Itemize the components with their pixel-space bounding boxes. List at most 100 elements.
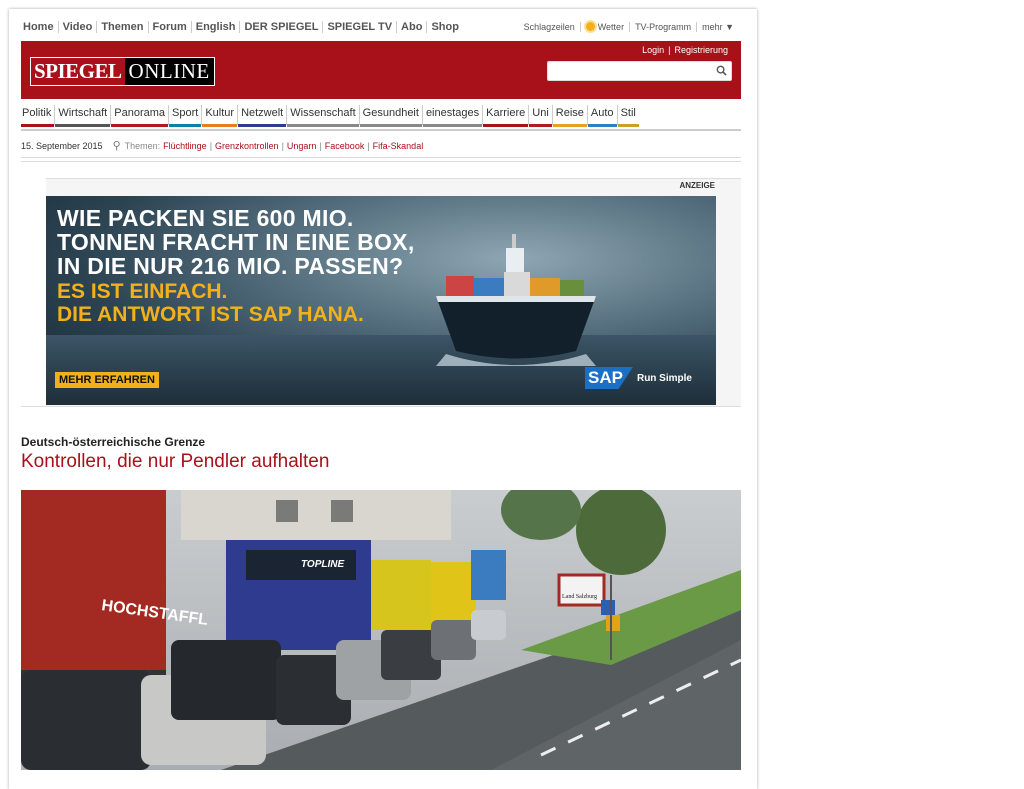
section-karriere[interactable]: Karriere xyxy=(482,105,529,127)
section-color-bar xyxy=(359,124,422,127)
section-panorama[interactable]: Panorama xyxy=(110,105,169,127)
topic-link[interactable]: Grenzkontrollen xyxy=(215,141,279,151)
topnav-shop[interactable]: Shop xyxy=(426,21,463,33)
section-reise[interactable]: Reise xyxy=(551,105,587,127)
article-kicker[interactable]: Deutsch-österreichische Grenze xyxy=(21,435,205,449)
divider xyxy=(21,157,741,158)
section-color-bar xyxy=(21,124,55,127)
sap-advertisement[interactable]: WIE PACKEN SIE 600 MIO. TONNEN FRACHT IN… xyxy=(46,196,716,405)
section-color-bar xyxy=(617,124,639,127)
container-ship-image xyxy=(436,234,596,366)
advertisement-container: ANZEIGE WIE PACKEN SIE 600 MIO. TONNEN F… xyxy=(46,178,741,407)
section-netzwelt[interactable]: Netzwelt xyxy=(237,105,287,127)
section-color-bar xyxy=(169,124,202,127)
section-color-bar xyxy=(287,124,359,127)
auth-links: Login | Registrierung xyxy=(640,45,730,55)
topnav-forum[interactable]: Forum xyxy=(147,21,191,33)
section-label: Wirtschaft xyxy=(58,107,108,119)
topnav-themen[interactable]: Themen xyxy=(96,21,147,33)
section-label: Politik xyxy=(22,107,52,119)
wetter-link[interactable]: Wetter xyxy=(579,22,629,32)
section-kultur[interactable]: Kultur xyxy=(201,105,238,127)
login-link[interactable]: Login xyxy=(642,45,664,55)
section-label: Panorama xyxy=(114,107,166,119)
current-date: 15. September 2015 xyxy=(21,140,103,151)
section-label: Netzwelt xyxy=(241,107,284,119)
section-stil[interactable]: Stil xyxy=(616,105,639,127)
topic-link[interactable]: Facebook xyxy=(325,141,365,151)
section-label: Kultur xyxy=(205,107,235,119)
section-label: Karriere xyxy=(486,107,526,119)
section-wissenschaft[interactable]: Wissenschaft xyxy=(286,105,359,127)
topnav-spiegel-tv[interactable]: SPIEGEL TV xyxy=(322,21,396,33)
topnav-english[interactable]: English xyxy=(190,21,240,33)
header-banner: SPIEGEL ONLINE Login | Registrierung xyxy=(21,41,741,99)
ad-subline: ES IST EINFACH. DIE ANTWORT IST SAP HANA… xyxy=(57,280,364,326)
search-input[interactable] xyxy=(548,63,714,82)
page-container: Home Video Themen Forum English DER SPIE… xyxy=(9,9,757,789)
topnav-abo[interactable]: Abo xyxy=(396,21,426,33)
wetter-label: Wetter xyxy=(597,22,625,32)
section-sport[interactable]: Sport xyxy=(168,105,202,127)
search-box xyxy=(547,61,732,82)
ad-headline: WIE PACKEN SIE 600 MIO. TONNEN FRACHT IN… xyxy=(57,205,415,279)
tag-icon: ⚲ xyxy=(112,140,121,152)
section-label: Auto xyxy=(590,107,614,119)
section-color-bar xyxy=(111,124,169,127)
topnav-video[interactable]: Video xyxy=(57,21,97,33)
topnav-der-spiegel[interactable]: DER SPIEGEL xyxy=(239,21,322,33)
divider xyxy=(21,406,741,407)
section-color-bar xyxy=(202,124,238,127)
section-wirtschaft[interactable]: Wirtschaft xyxy=(54,105,111,127)
section-color-bar xyxy=(238,124,287,127)
top-navigation: Home Video Themen Forum English DER SPIE… xyxy=(23,21,463,33)
section-politik[interactable]: Politik xyxy=(21,105,55,127)
service-links: Schlagzeilen Wetter TV-Programm mehr ▼ xyxy=(519,22,739,32)
section-label: einestages xyxy=(425,107,480,119)
divider xyxy=(21,161,741,162)
tv-programm-link[interactable]: TV-Programm xyxy=(629,22,696,32)
section-einestages[interactable]: einestages xyxy=(421,105,483,127)
logo-online: ONLINE xyxy=(124,58,214,85)
auth-separator: | xyxy=(668,45,671,55)
sap-brand: SAP xyxy=(585,367,633,389)
section-label: Uni xyxy=(532,107,549,119)
section-color-bar xyxy=(529,124,552,127)
date-topics-bar: 15. September 2015 ⚲ Themen: Flüchtlinge… xyxy=(21,140,424,152)
sap-slogan: Run Simple xyxy=(636,372,692,384)
section-color-bar xyxy=(587,124,617,127)
ad-label: ANZEIGE xyxy=(679,181,715,190)
article-headline[interactable]: Kontrollen, die nur Pendler aufhalten xyxy=(21,451,329,473)
truck-text: TOPLINE xyxy=(301,559,344,570)
section-label: Reise xyxy=(555,107,584,119)
mehr-dropdown[interactable]: mehr ▼ xyxy=(696,22,739,32)
sun-icon xyxy=(585,22,595,31)
section-auto[interactable]: Auto xyxy=(586,105,617,127)
section-label: Wissenschaft xyxy=(290,107,356,119)
sign-text: Land Salzburg xyxy=(562,594,597,600)
register-link[interactable]: Registrierung xyxy=(674,45,728,55)
traffic-jam-image: TOPLINE HOCHSTAFFL Land Salzburg xyxy=(21,490,741,770)
section-color-bar xyxy=(552,124,587,127)
themes-label: Themen: xyxy=(124,140,161,151)
search-icon[interactable] xyxy=(716,65,727,76)
topic-link[interactable]: Fifa-Skandal xyxy=(373,141,424,151)
section-color-bar xyxy=(55,124,111,127)
section-label: Stil xyxy=(620,107,636,119)
section-label: Sport xyxy=(172,107,199,119)
topic-link[interactable]: Flüchtlinge xyxy=(163,141,207,151)
topic-link[interactable]: Ungarn xyxy=(287,141,317,151)
section-color-bar xyxy=(483,124,529,127)
schlagzeilen-link[interactable]: Schlagzeilen xyxy=(519,22,580,32)
spiegel-online-logo[interactable]: SPIEGEL ONLINE xyxy=(30,57,215,86)
sap-logo: SAP Run Simple xyxy=(585,367,692,389)
section-navigation: Politik Wirtschaft Panorama Sport Kultur Netz… xyxy=(21,105,741,131)
section-gesundheit[interactable]: Gesundheit xyxy=(358,105,422,127)
section-uni[interactable]: Uni xyxy=(528,105,552,127)
logo-spiegel: SPIEGEL xyxy=(31,58,125,85)
section-label: Gesundheit xyxy=(362,107,419,119)
article-photo[interactable]: TOPLINE HOCHSTAFFL Land Salzburg xyxy=(21,490,741,770)
section-color-bar xyxy=(422,124,483,127)
topnav-home[interactable]: Home xyxy=(23,21,58,33)
mehr-erfahren-button[interactable]: MEHR ERFAHREN xyxy=(55,372,159,388)
